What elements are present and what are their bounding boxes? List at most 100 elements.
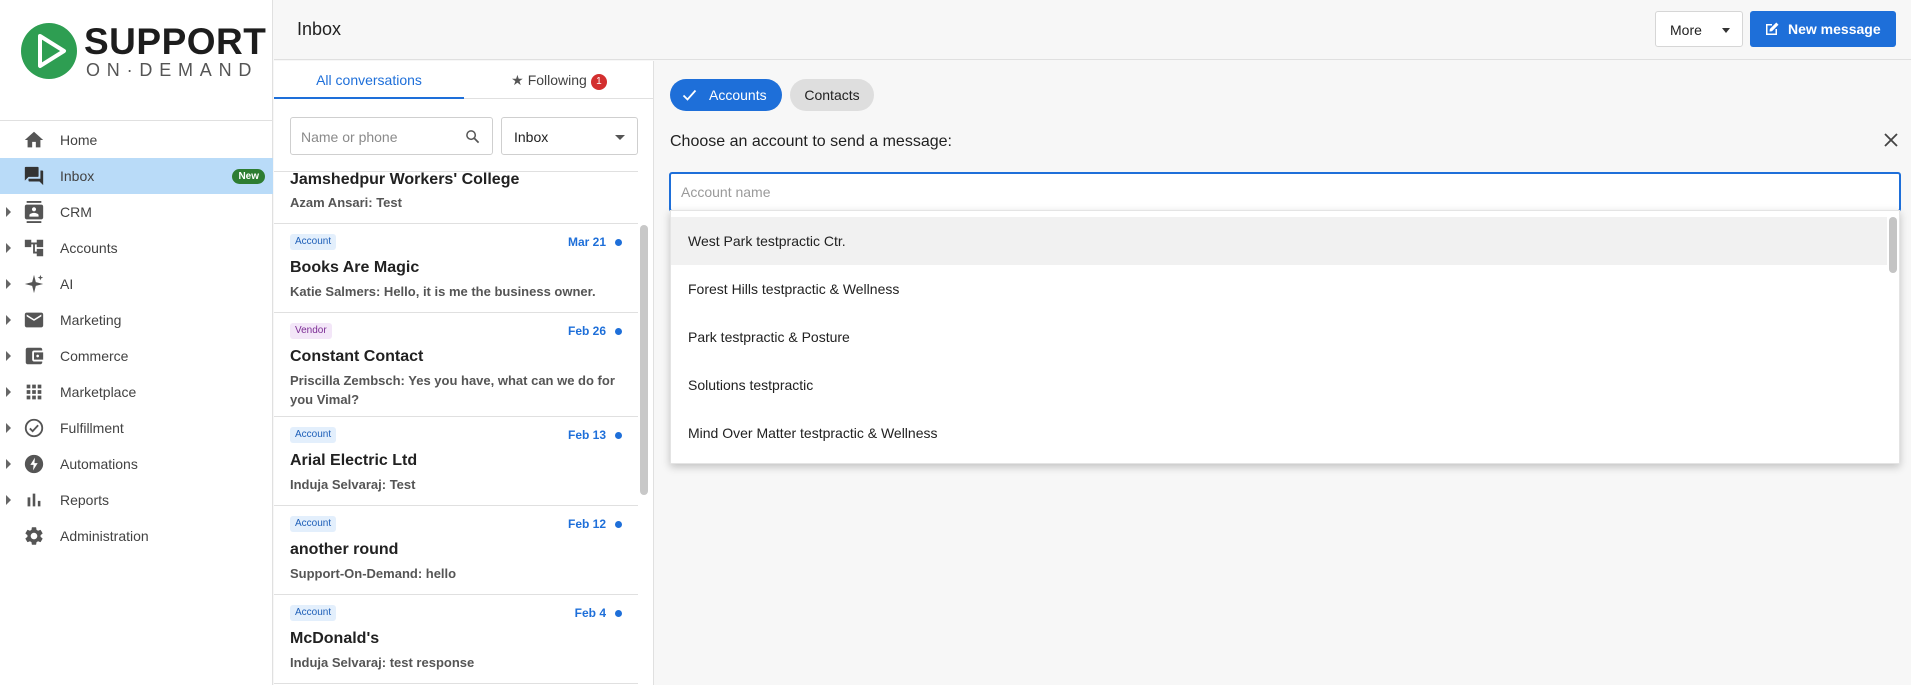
option-label: Mind Over Matter testpractic & Wellness <box>688 425 938 441</box>
account-tag: Account <box>290 234 337 250</box>
tab-all-conversations[interactable]: All conversations <box>274 61 464 99</box>
nav-label: Automations <box>60 456 138 472</box>
conversation-name: Books Are Magic <box>290 259 420 276</box>
account-option[interactable]: Mind Over Matter testpractic & Wellness <box>671 409 1887 457</box>
conversation-date: Feb 13 <box>567 428 606 442</box>
list-item[interactable]: Account Feb 4 McDonald's Induja Selvaraj… <box>274 595 638 684</box>
account-option[interactable]: Solutions testpractic <box>671 361 1887 409</box>
nav-item-automations[interactable]: Automations <box>0 446 273 482</box>
expand-caret-icon[interactable] <box>6 207 11 217</box>
page-title: Inbox <box>297 19 342 39</box>
following-count-badge: 1 <box>590 74 607 90</box>
unread-dot <box>615 328 622 335</box>
expand-caret-icon[interactable] <box>6 315 11 325</box>
more-button[interactable]: More <box>1655 11 1743 47</box>
list-item[interactable]: Vendor Feb 26 Constant Contact Priscilla… <box>274 313 638 417</box>
wallet-icon <box>25 347 44 365</box>
conversation-message: Priscilla Zembsch: Yes you have, what ca… <box>290 373 615 407</box>
brand-tagline: ON·DEMAND <box>86 60 259 80</box>
close-icon[interactable] <box>1881 130 1901 150</box>
chat-icon <box>24 166 44 186</box>
sidebar: SUPPORT ON·DEMAND Home Inbox New CRM Acc… <box>0 0 273 685</box>
nav-item-crm[interactable]: CRM <box>0 194 273 230</box>
list-item[interactable]: Account Feb 12 another round Support-On-… <box>274 506 638 595</box>
account-option[interactable]: Forest Hills testpractic & Wellness <box>671 265 1887 313</box>
main-nav: Home Inbox New CRM Accounts AI Marketing <box>0 122 273 554</box>
conversation-message: Induja Selvaraj: Test <box>290 477 416 492</box>
vendor-tag: Vendor <box>290 323 332 339</box>
expand-caret-icon[interactable] <box>6 495 11 505</box>
conversation-tabs: All conversations ★ Following 1 <box>274 61 654 99</box>
nav-label: Administration <box>60 528 149 544</box>
option-label: West Park testpractic Ctr. <box>688 233 846 249</box>
compose-panel: Accounts Contacts Choose an account to s… <box>655 61 1911 685</box>
nav-item-administration[interactable]: Administration <box>0 518 273 554</box>
nav-item-ai[interactable]: AI <box>0 266 273 302</box>
search-field[interactable] <box>290 117 493 155</box>
new-badge: New <box>232 169 265 184</box>
contacts-chip[interactable]: Contacts <box>790 79 874 111</box>
expand-caret-icon[interactable] <box>6 387 11 397</box>
conversation-message: Support-On-Demand: hello <box>290 566 457 581</box>
nav-item-fulfillment[interactable]: Fulfillment <box>0 410 273 446</box>
account-name-input[interactable] <box>681 182 1881 202</box>
nav-label: AI <box>60 276 74 292</box>
list-item[interactable]: Account Feb 13 Arial Electric Ltd Induja… <box>274 417 638 506</box>
search-input[interactable] <box>301 127 461 147</box>
tab-label: All conversations <box>316 72 422 88</box>
unread-dot <box>615 239 622 246</box>
check-icon <box>682 89 697 101</box>
new-message-button[interactable]: New message <box>1750 11 1896 47</box>
nav-item-marketing[interactable]: Marketing <box>0 302 273 338</box>
list-item[interactable]: Account Mar 21 Books Are Magic Katie Sal… <box>274 224 638 313</box>
expand-caret-icon[interactable] <box>6 423 11 433</box>
conversation-panel: All conversations ★Following1 Inbox Jams… <box>274 61 654 685</box>
expand-caret-icon[interactable] <box>6 351 11 361</box>
page-header: Inbox More New message <box>274 0 1911 60</box>
search-icon[interactable] <box>465 129 480 144</box>
option-label: Forest Hills testpractic & Wellness <box>688 281 900 297</box>
accounts-chip[interactable]: Accounts <box>670 79 782 111</box>
nav-item-reports[interactable]: Reports <box>0 482 273 518</box>
nav-item-marketplace[interactable]: Marketplace <box>0 374 273 410</box>
account-name-field[interactable] <box>669 172 1901 212</box>
expand-caret-icon[interactable] <box>6 459 11 469</box>
nav-item-inbox[interactable]: Inbox New <box>0 158 273 194</box>
list-item[interactable]: Jamshedpur Workers' College Azam Ansari:… <box>274 172 638 224</box>
conversation-name: McDonald's <box>290 630 380 647</box>
conversation-message: Azam Ansari: Test <box>290 195 402 210</box>
unread-dot <box>615 432 622 439</box>
mail-icon <box>24 312 44 328</box>
nav-label: Marketplace <box>60 384 137 400</box>
tab-following[interactable]: ★ Following 1 <box>464 61 654 99</box>
account-option[interactable]: West Park testpractic Ctr. <box>671 217 1887 265</box>
nav-item-commerce[interactable]: Commerce <box>0 338 273 374</box>
nav-label: Commerce <box>60 348 129 364</box>
filter-value: Inbox <box>514 129 549 145</box>
sparkle-icon <box>24 274 44 294</box>
expand-caret-icon[interactable] <box>6 243 11 253</box>
list-scrollbar[interactable] <box>640 225 648 495</box>
conversation-message: Katie Salmers: Hello, it is me the busin… <box>290 284 596 299</box>
account-tag: Account <box>290 516 337 532</box>
conversation-date: Feb 12 <box>567 517 606 531</box>
gear-icon <box>25 527 43 545</box>
nav-item-home[interactable]: Home <box>0 122 273 158</box>
expand-caret-icon[interactable] <box>6 279 11 289</box>
nav-label: CRM <box>60 204 92 220</box>
account-option[interactable]: Park testpractic & Posture <box>671 313 1887 361</box>
bar-chart-icon <box>27 493 41 507</box>
conversation-name: Jamshedpur Workers' College <box>290 171 520 188</box>
account-tag: Account <box>290 427 337 443</box>
bolt-icon <box>24 454 44 474</box>
edit-icon <box>1766 22 1779 35</box>
star-icon: ★ <box>511 72 524 88</box>
dropdown-scrollbar[interactable] <box>1889 217 1897 273</box>
play-logo-icon <box>21 23 77 79</box>
nav-item-accounts[interactable]: Accounts <box>0 230 273 266</box>
account-options-dropdown: West Park testpractic Ctr. Forest Hills … <box>670 210 1900 464</box>
more-label: More <box>1670 22 1702 38</box>
home-icon <box>24 131 44 148</box>
inbox-filter-select[interactable]: Inbox <box>501 117 638 155</box>
brand-logo[interactable]: SUPPORT ON·DEMAND <box>20 22 266 82</box>
